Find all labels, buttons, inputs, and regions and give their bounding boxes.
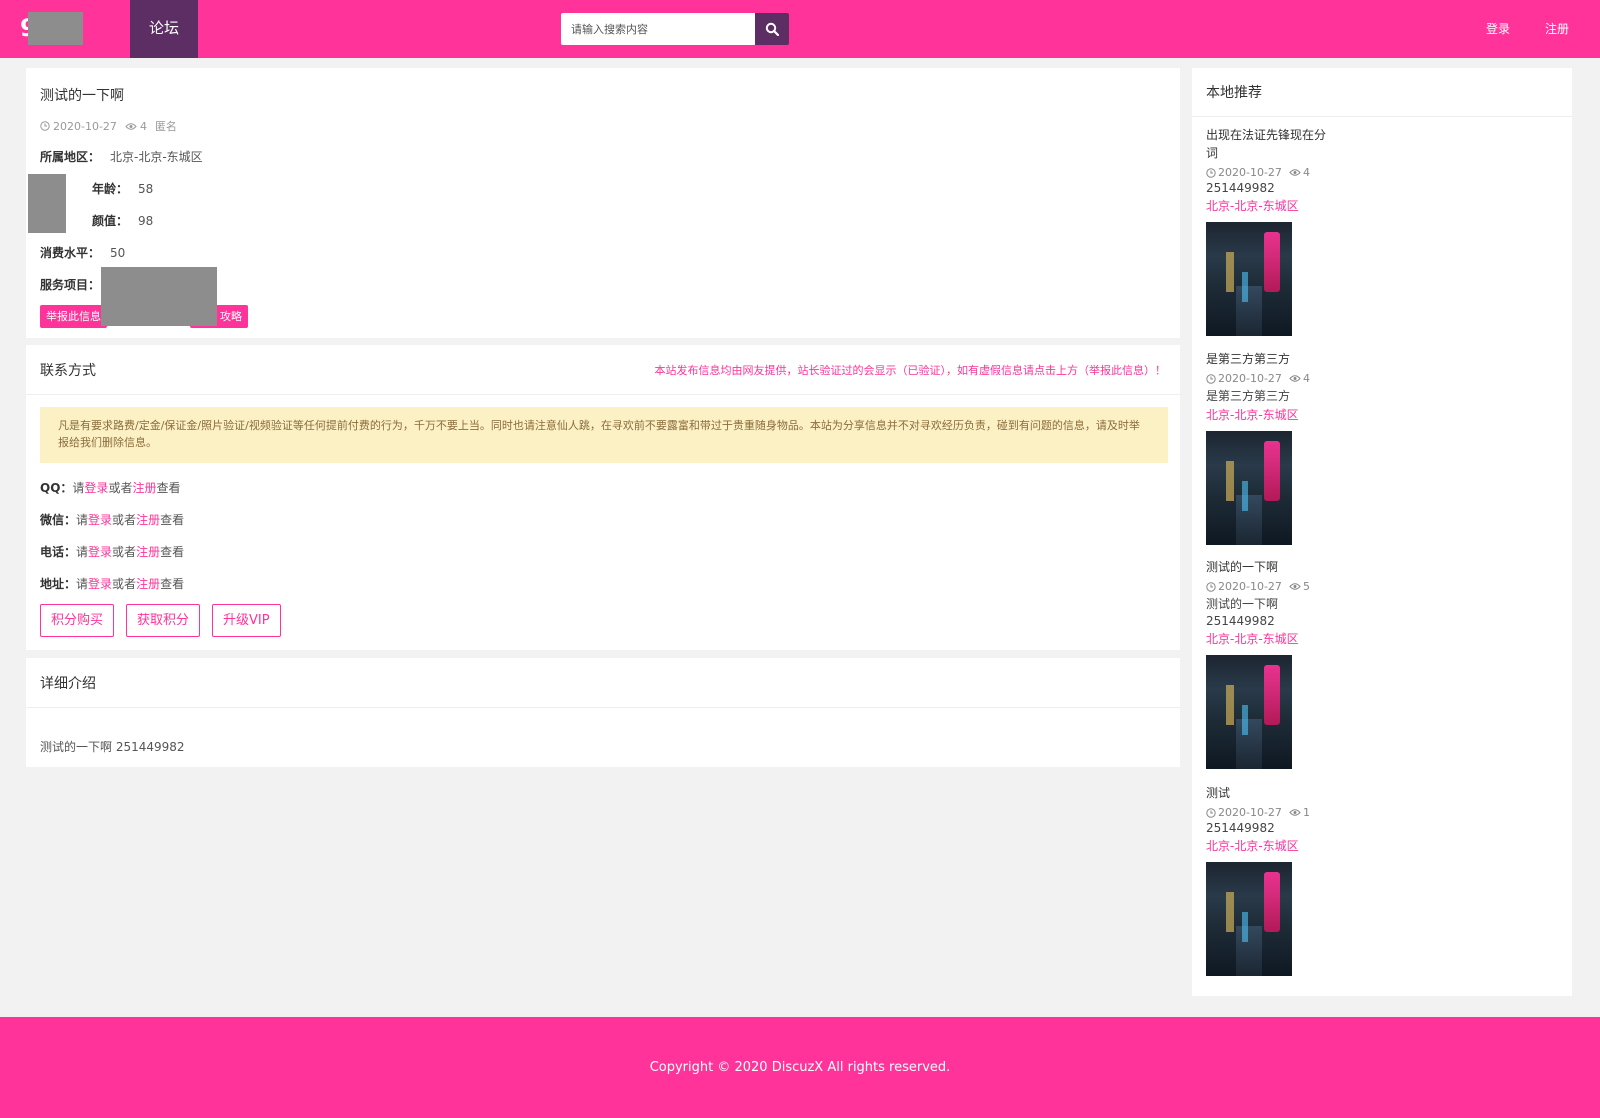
login-link[interactable]: 登录 <box>1486 20 1510 37</box>
login-link[interactable]: 登录 <box>84 481 108 495</box>
thumbnail-image[interactable] <box>1206 431 1292 545</box>
redaction-block <box>101 267 217 326</box>
contact-notice: 本站发布信息均由网友提供，站长验证过的会显示（已验证），如有虚假信息请点击上方（… <box>654 363 1167 377</box>
page-footer: Copyright © 2020 DiscuzX All rights rese… <box>0 1017 1600 1118</box>
post-date: 2020-10-27 <box>53 119 117 133</box>
buy-points-button[interactable]: 积分购买 <box>40 604 115 637</box>
thumbnail-image[interactable] <box>1206 655 1292 769</box>
logo-redaction <box>28 12 83 45</box>
clock-icon <box>1206 167 1216 178</box>
post-views: 4 <box>139 119 147 133</box>
sidebar-recommend: 本地推荐 出现在法证先锋现在分词 2020-10-27 4 251449982 … <box>1192 68 1572 996</box>
register-link[interactable]: 注册 <box>1545 20 1569 37</box>
search-icon <box>765 22 779 36</box>
post-info-panel: 测试的一下啊 2020-10-27 4 匿名 所属地区： 北京-北京-东城区 年… <box>26 68 1180 338</box>
sidebar-title: 本地推荐 <box>1206 85 1262 101</box>
contact-wechat: 微信：请登录或者注册查看 <box>40 513 185 527</box>
search-input[interactable] <box>561 13 755 45</box>
register-link[interactable]: 注册 <box>136 577 160 591</box>
post-title: 测试的一下啊 <box>40 88 124 104</box>
post-meta: 2020-10-27 4 匿名 <box>40 118 177 134</box>
thumbnail-image[interactable] <box>1206 862 1292 976</box>
field-looks: 颜值： 98 <box>92 213 154 229</box>
login-link[interactable]: 登录 <box>88 545 112 559</box>
field-spending: 消费水平： 50 <box>40 245 126 261</box>
warning-box: 凡是有要求路费/定金/保证金/照片验证/视频验证等任何提前付费的行为，千万不要上… <box>40 407 1168 463</box>
list-item[interactable]: 测试的一下啊 2020-10-27 5 测试的一下啊 251449982 北京-… <box>1206 558 1406 769</box>
post-author: 匿名 <box>154 120 177 133</box>
field-region: 所属地区： 北京-北京-东城区 <box>40 150 203 164</box>
top-header: 9 流 论坛 登录 注册 <box>0 0 1600 58</box>
redaction-block <box>28 174 66 233</box>
register-link[interactable]: 注册 <box>136 545 160 559</box>
detail-text: 测试的一下啊 251449982 <box>40 740 185 754</box>
clock-icon <box>40 121 50 131</box>
eye-icon <box>1289 809 1301 816</box>
detail-panel: 详细介绍 测试的一下啊 251449982 <box>26 658 1180 767</box>
list-item[interactable]: 测试 2020-10-27 1 251449982 北京-北京-东城区 <box>1206 784 1406 976</box>
report-button[interactable]: 举报此信息 <box>40 305 107 328</box>
clock-icon <box>1206 581 1216 592</box>
copyright-text: Copyright © 2020 DiscuzX All rights rese… <box>649 1060 951 1075</box>
nav-tab-forum[interactable]: 论坛 <box>130 0 198 58</box>
register-link[interactable]: 注册 <box>136 513 160 527</box>
sidebar-header: 本地推荐 <box>1192 68 1572 117</box>
field-age: 年龄： 58 <box>92 181 154 197</box>
login-link[interactable]: 登录 <box>88 513 112 527</box>
thumbnail-image[interactable] <box>1206 222 1292 336</box>
get-points-button[interactable]: 获取积分 <box>126 604 201 637</box>
detail-header: 详细介绍 <box>26 658 1180 708</box>
eye-icon <box>1289 169 1301 176</box>
login-link[interactable]: 登录 <box>88 577 112 591</box>
contact-address: 地址：请登录或者注册查看 <box>40 577 185 591</box>
clock-icon <box>1206 807 1216 818</box>
search-bar <box>561 13 789 45</box>
upgrade-vip-button[interactable]: 升级VIP <box>212 604 281 637</box>
list-item[interactable]: 是第三方第三方 2020-10-27 4 是第三方第三方 北京-北京-东城区 <box>1206 350 1406 545</box>
site-logo[interactable]: 9 流 <box>20 12 83 45</box>
clock-icon <box>1206 373 1216 384</box>
contact-phone: 电话：请登录或者注册查看 <box>40 545 185 559</box>
eye-icon <box>125 122 137 130</box>
register-link[interactable]: 注册 <box>132 481 156 495</box>
contact-title: 联系方式 <box>40 362 96 379</box>
contact-panel: 联系方式 本站发布信息均由网友提供，站长验证过的会显示（已验证），如有虚假信息请… <box>26 345 1180 650</box>
detail-title: 详细介绍 <box>40 675 96 692</box>
contact-qq: QQ：请登录或者注册查看 <box>40 481 181 495</box>
contact-header: 联系方式 本站发布信息均由网友提供，站长验证过的会显示（已验证），如有虚假信息请… <box>26 345 1180 395</box>
list-item[interactable]: 出现在法证先锋现在分词 2020-10-27 4 251449982 北京-北京… <box>1206 126 1336 336</box>
eye-icon <box>1289 375 1301 382</box>
eye-icon <box>1289 583 1301 590</box>
search-button[interactable] <box>755 13 789 45</box>
field-services: 服务项目： <box>40 278 101 292</box>
